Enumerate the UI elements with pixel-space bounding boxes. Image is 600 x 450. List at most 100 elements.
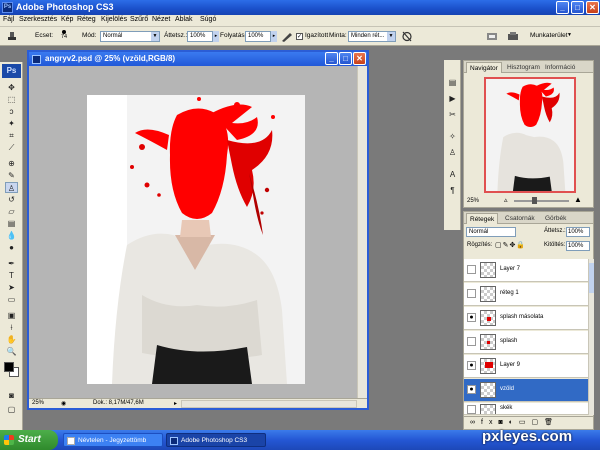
lasso-tool-icon[interactable]: ↄ	[5, 106, 18, 117]
tool-presets-icon[interactable]	[507, 31, 519, 42]
document-zoom-value[interactable]: 25%	[32, 400, 44, 406]
layer-row[interactable]: réteg 1	[464, 283, 588, 306]
menu-filter[interactable]: Szűrő	[130, 16, 148, 23]
marquee-tool-icon[interactable]: ⬚	[5, 94, 18, 105]
lock-icons[interactable]: ▢✎✥🔒	[495, 241, 526, 249]
menu-select[interactable]: Kijelölés	[101, 16, 127, 23]
clone-stamp-tool-icon[interactable]	[6, 31, 18, 42]
visibility-toggle[interactable]	[467, 337, 476, 346]
aligned-checkbox[interactable]: ✓	[296, 33, 303, 40]
eyedropper-tool-icon[interactable]: ⟊	[5, 322, 18, 333]
shape-tool-icon[interactable]: ▭	[5, 294, 18, 305]
start-button[interactable]: Start	[0, 430, 58, 450]
eye-icon[interactable]: ●	[467, 385, 476, 394]
minimize-button[interactable]: _	[556, 1, 569, 14]
tab-navigator[interactable]: Navigátor	[466, 62, 502, 73]
status-menu-arrow-icon[interactable]: ▸	[174, 400, 177, 407]
link-layers-icon[interactable]: ∞	[470, 419, 481, 426]
quick-mask-icon[interactable]: ◙	[5, 390, 18, 401]
layer-mask-icon[interactable]: ◙	[498, 419, 508, 426]
document-minimize-button[interactable]: _	[325, 52, 338, 65]
menu-help[interactable]: Súgó	[200, 16, 216, 23]
eye-icon[interactable]: ●	[467, 361, 476, 370]
healing-brush-tool-icon[interactable]: ⊕	[5, 158, 18, 169]
tab-info[interactable]: Információ	[542, 62, 578, 73]
hand-tool-icon[interactable]: ✋	[5, 334, 18, 345]
taskbar-item-photoshop[interactable]: Adobe Photoshop CS3	[166, 433, 266, 447]
close-button[interactable]: ✕	[586, 1, 599, 14]
paragraph-panel-icon[interactable]: ¶	[446, 184, 459, 197]
menu-layer[interactable]: Réteg	[77, 16, 96, 23]
canvas-area[interactable]	[29, 66, 357, 398]
actions-panel-icon[interactable]: ▶	[446, 92, 459, 105]
zoom-in-icon[interactable]: ▲	[574, 195, 582, 204]
brushes-panel-icon[interactable]: ✧	[446, 130, 459, 143]
character-panel-icon[interactable]: A	[446, 168, 459, 181]
taskbar-item-notepad[interactable]: Névtelen - Jegyzettömb	[63, 433, 163, 447]
tab-channels[interactable]: Csatornák	[502, 213, 538, 224]
fill-input[interactable]: 100%	[566, 241, 590, 251]
visibility-toggle[interactable]	[467, 405, 476, 414]
path-selection-tool-icon[interactable]: ➤	[5, 282, 18, 293]
menu-image[interactable]: Kép	[61, 16, 73, 23]
status-info-icon[interactable]: ◉	[61, 400, 66, 407]
layer-style-icon[interactable]: fx	[481, 419, 498, 426]
ignore-adjustment-layers-icon[interactable]	[401, 31, 413, 42]
flow-slider-toggle[interactable]: ▸	[271, 31, 277, 42]
crop-tool-icon[interactable]: ⌗	[5, 130, 18, 141]
screen-mode-icon[interactable]: ▢	[5, 404, 18, 415]
history-panel-icon[interactable]: ▤	[446, 76, 459, 89]
navigator-zoom-slider[interactable]	[514, 197, 569, 204]
tab-paths[interactable]: Görbék	[542, 213, 569, 224]
visibility-toggle[interactable]	[467, 289, 476, 298]
layers-scrollbar-thumb[interactable]	[589, 263, 594, 293]
brush-tool-icon[interactable]: ✎	[5, 170, 18, 181]
trash-icon[interactable]: 🗑	[544, 419, 559, 426]
layer-row[interactable]: ● splash másolata	[464, 307, 588, 330]
document-close-button[interactable]: ✕	[353, 52, 366, 65]
navigator-preview[interactable]	[484, 77, 576, 193]
brush-preset-picker[interactable]: 74	[57, 29, 71, 44]
workspace-label[interactable]: Munkaterület	[530, 32, 568, 39]
magic-wand-tool-icon[interactable]: ✦	[5, 118, 18, 129]
pen-tool-icon[interactable]: ✒	[5, 258, 18, 269]
gradient-tool-icon[interactable]: ▤	[5, 218, 18, 229]
new-group-icon[interactable]: ▭	[519, 419, 532, 426]
type-tool-icon[interactable]: T	[5, 270, 18, 281]
clone-stamp-tool-icon[interactable]: ♙	[5, 182, 18, 193]
chevron-down-icon[interactable]: ▼	[567, 32, 572, 38]
blend-mode-select[interactable]: Normál	[466, 227, 516, 237]
flow-input[interactable]: 100%	[245, 31, 271, 42]
tab-histogram[interactable]: Hisztogram	[504, 62, 543, 73]
opacity-input[interactable]: 100%	[187, 31, 213, 42]
maximize-button[interactable]: □	[571, 1, 584, 14]
blur-tool-icon[interactable]: 💧	[5, 230, 18, 241]
layer-row[interactable]: skék	[464, 403, 588, 415]
move-tool-icon[interactable]: ✥	[5, 82, 18, 93]
eraser-tool-icon[interactable]: ▱	[5, 206, 18, 217]
clone-source-panel-icon[interactable]: ♙	[446, 146, 459, 159]
visibility-toggle[interactable]	[467, 265, 476, 274]
brushes-palette-icon[interactable]	[486, 31, 498, 42]
adjustment-layer-icon[interactable]: ◐	[509, 419, 519, 426]
layer-row[interactable]: Layer 7	[464, 259, 588, 282]
document-horizontal-scrollbar[interactable]	[181, 400, 357, 408]
layer-row-selected[interactable]: ● vzöld	[464, 379, 588, 402]
layer-row[interactable]: ● Layer 9	[464, 355, 588, 378]
dodge-tool-icon[interactable]: ●	[5, 242, 18, 253]
eye-icon[interactable]: ●	[467, 313, 476, 322]
document-vertical-scrollbar[interactable]	[357, 66, 367, 398]
tool-presets-panel-icon[interactable]: ✂	[446, 108, 459, 121]
new-layer-icon[interactable]: ▢	[532, 419, 545, 426]
opacity-slider-toggle[interactable]: ▸	[213, 31, 219, 42]
menu-edit[interactable]: Szerkesztés	[19, 16, 57, 23]
zoom-out-icon[interactable]: ▵	[504, 196, 508, 204]
layer-opacity-input[interactable]: 100%	[566, 227, 590, 237]
navigator-zoom-value[interactable]: 25%	[467, 198, 479, 204]
foreground-color-swatch[interactable]	[4, 362, 14, 372]
zoom-slider-handle[interactable]	[532, 197, 537, 204]
menu-file[interactable]: Fájl	[3, 16, 14, 23]
layer-row[interactable]: splash	[464, 331, 588, 354]
sample-select[interactable]: Minden rét... ▼	[348, 31, 396, 42]
tab-layers[interactable]: Rétegek	[466, 213, 499, 224]
